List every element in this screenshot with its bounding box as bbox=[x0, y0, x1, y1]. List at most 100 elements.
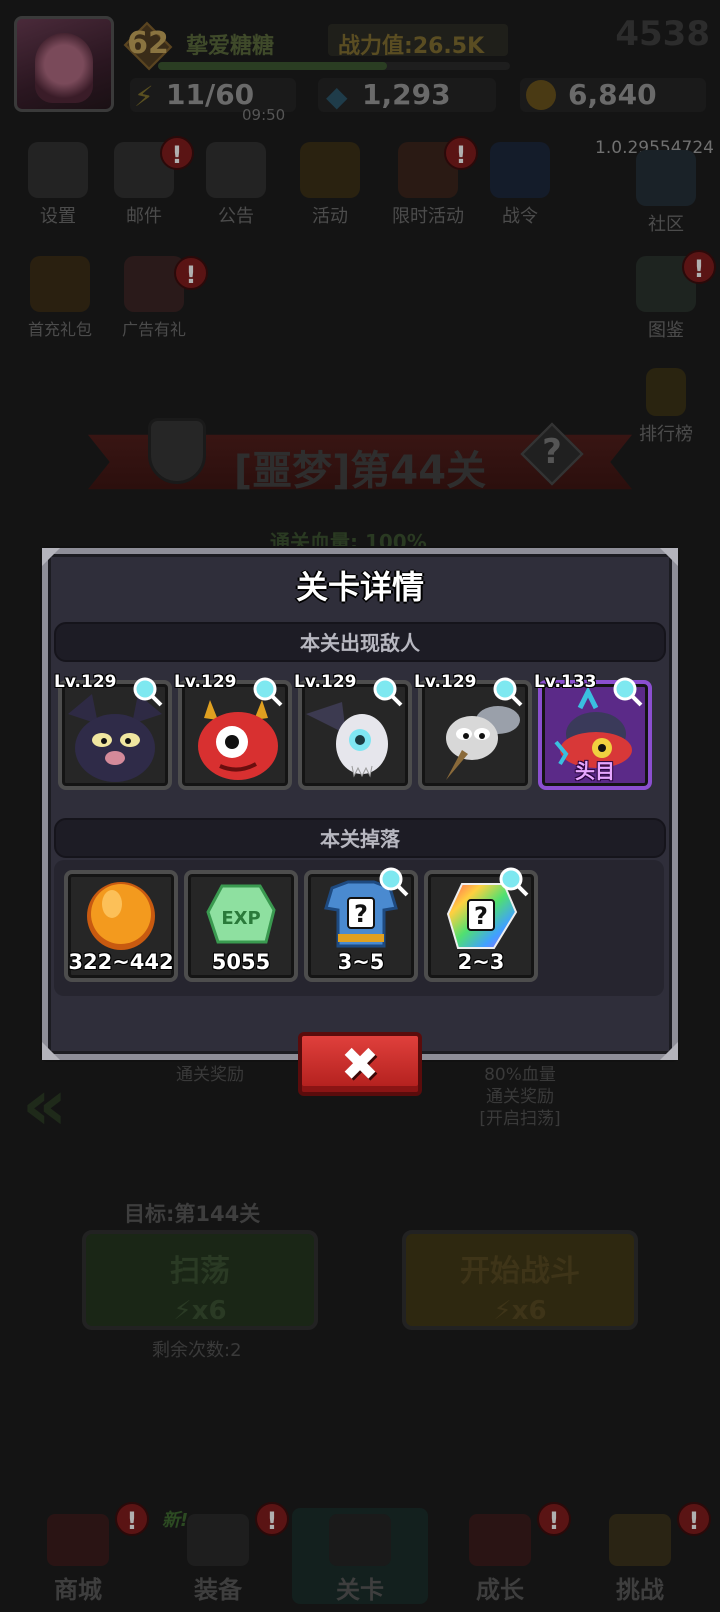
alert-badge-icon: ! bbox=[255, 1502, 289, 1536]
diamond-value: 1,293 bbox=[362, 78, 451, 111]
remaining-attempts: 剩余次数:2 bbox=[152, 1340, 242, 1361]
alert-badge-icon: ! bbox=[174, 256, 208, 290]
magnifier-icon[interactable] bbox=[252, 676, 284, 708]
menu-community[interactable]: 社区 bbox=[626, 150, 706, 236]
gold-coin-small-icon bbox=[526, 80, 556, 110]
power-value: 26.5K bbox=[412, 34, 485, 59]
energy-value: 11/60 bbox=[166, 78, 255, 111]
trophy-icon bbox=[646, 368, 686, 416]
alert-badge-icon: ! bbox=[682, 250, 716, 284]
menu-label: 活动 bbox=[312, 206, 348, 227]
lightning-icon: ⚡ bbox=[134, 80, 154, 113]
menu-label: 图鉴 bbox=[648, 320, 684, 341]
drop-count: 5055 bbox=[211, 950, 271, 974]
menu-notice[interactable]: 公告 bbox=[196, 142, 276, 228]
magnifier-icon[interactable] bbox=[378, 866, 410, 898]
exp-bar-fill bbox=[158, 62, 387, 70]
magnifier-icon[interactable] bbox=[612, 676, 644, 708]
lightning-icon: ⚡ bbox=[173, 1296, 192, 1326]
enemies-header-text: 本关出现敌人 bbox=[300, 631, 420, 655]
drop-count: 3~5 bbox=[337, 950, 385, 974]
menu-label: 限时活动 bbox=[392, 206, 464, 227]
energy-timer: 09:50 bbox=[242, 106, 286, 124]
sweep-unlock-label: [开启扫荡] bbox=[479, 1109, 561, 1129]
modal-title: 关卡详情 bbox=[295, 568, 424, 606]
magnifier-icon[interactable] bbox=[132, 676, 164, 708]
nav-label: 关卡 bbox=[336, 1576, 384, 1604]
menu-codex[interactable]: ! 图鉴 bbox=[626, 250, 716, 342]
menu-battle-pass[interactable]: 战令 bbox=[480, 142, 560, 228]
nav-growth[interactable]: ! 成长 bbox=[432, 1502, 571, 1604]
mystery-mark: ? bbox=[474, 902, 488, 930]
menu-label: 设置 bbox=[40, 206, 76, 227]
gift-box-icon: ! bbox=[124, 256, 208, 312]
start-battle-button[interactable]: 开始战斗 ⚡x6 bbox=[402, 1230, 638, 1330]
magnifier-icon[interactable] bbox=[498, 866, 530, 898]
nav-equipment[interactable]: ! 装备 bbox=[150, 1502, 289, 1604]
menu-settings[interactable]: 设置 bbox=[18, 142, 98, 228]
menu-limited-events[interactable]: ! 限时活动 bbox=[380, 136, 478, 228]
drop-count: 2~3 bbox=[457, 950, 505, 974]
exp-crystal-icon: EXP bbox=[206, 884, 276, 944]
help-icon: ? bbox=[542, 432, 562, 472]
reward-label-left: 通关奖励 bbox=[176, 1065, 244, 1085]
magnifier-icon[interactable] bbox=[492, 676, 524, 708]
gold-value: 6,840 bbox=[568, 78, 657, 111]
menu-label: 战令 bbox=[502, 206, 538, 227]
nav-label: 挑战 bbox=[616, 1576, 664, 1604]
enemy-level: Lv.133 bbox=[534, 672, 597, 692]
nav-shop[interactable]: ! 商城 bbox=[10, 1502, 149, 1604]
equipment-icon: ! bbox=[187, 1502, 289, 1566]
crown-icon bbox=[300, 142, 360, 198]
stage-title: [噩梦]第44关 bbox=[233, 448, 487, 494]
menu-events[interactable]: 活动 bbox=[290, 142, 370, 228]
close-button[interactable]: ✖ bbox=[298, 1032, 422, 1096]
exp-label: EXP bbox=[221, 908, 260, 929]
enemy-level: Lv.129 bbox=[54, 672, 117, 692]
enemy-level: Lv.129 bbox=[174, 672, 237, 692]
player-avatar[interactable] bbox=[14, 16, 114, 112]
nav-label: 成长 bbox=[476, 1576, 524, 1604]
modal-corner bbox=[660, 1042, 678, 1060]
nav-stage[interactable]: 关卡 bbox=[292, 1508, 428, 1604]
diamond-icon: ◆ bbox=[326, 80, 348, 113]
growth-icon: ! bbox=[469, 1502, 571, 1566]
avatar-portrait bbox=[35, 33, 93, 103]
target-stage: 目标:第144关 bbox=[124, 1202, 261, 1226]
sweep-label: 扫荡 bbox=[170, 1254, 230, 1289]
drop-card[interactable]: 322~442 bbox=[64, 870, 178, 982]
menu-label: 首充礼包 bbox=[27, 320, 92, 339]
drop-count: 322~442 bbox=[68, 950, 174, 974]
lantern-icon: ! bbox=[398, 136, 478, 198]
menu-first-recharge[interactable]: 首充礼包 bbox=[20, 256, 100, 340]
mail-icon: ! bbox=[114, 136, 194, 198]
alert-badge-icon: ! bbox=[537, 1502, 571, 1536]
drop-card[interactable]: EXP 5055 bbox=[184, 870, 298, 982]
nav-challenge[interactable]: ! 挑战 bbox=[572, 1502, 711, 1604]
shop-icon: ! bbox=[47, 1502, 149, 1566]
menu-ad-gift[interactable]: ! 广告有礼 bbox=[114, 256, 208, 340]
enemy-level: Lv.129 bbox=[294, 672, 357, 692]
player-name: 挚爱糖糖 bbox=[186, 34, 275, 59]
boss-label: 头目 bbox=[575, 759, 615, 783]
menu-label: 社区 bbox=[648, 214, 684, 235]
menu-mail[interactable]: ! 邮件 bbox=[104, 136, 194, 228]
menu-leaderboard[interactable]: 排行榜 bbox=[626, 368, 706, 446]
modal-corner bbox=[42, 1042, 60, 1060]
power-label: 战力值: bbox=[338, 34, 413, 59]
previous-stage-arrow-icon[interactable]: « bbox=[22, 1064, 102, 1146]
sweep-cost: x6 bbox=[191, 1296, 227, 1326]
menu-label: 邮件 bbox=[126, 206, 162, 227]
gold-coin-icon bbox=[87, 882, 155, 950]
sweep-button[interactable]: 扫荡 ⚡x6 bbox=[82, 1230, 318, 1330]
stage-skull-icon bbox=[329, 1514, 391, 1566]
battle-flag-icon bbox=[490, 142, 550, 198]
fight-label: 开始战斗 bbox=[460, 1254, 580, 1289]
menu-label: 公告 bbox=[218, 206, 254, 227]
gear-icon bbox=[28, 142, 88, 198]
magnifier-icon[interactable] bbox=[372, 676, 404, 708]
alert-badge-icon: ! bbox=[115, 1502, 149, 1536]
corner-number: 4538 bbox=[615, 14, 710, 54]
lightning-icon: ⚡ bbox=[493, 1296, 512, 1326]
nav-label: 商城 bbox=[54, 1576, 102, 1604]
